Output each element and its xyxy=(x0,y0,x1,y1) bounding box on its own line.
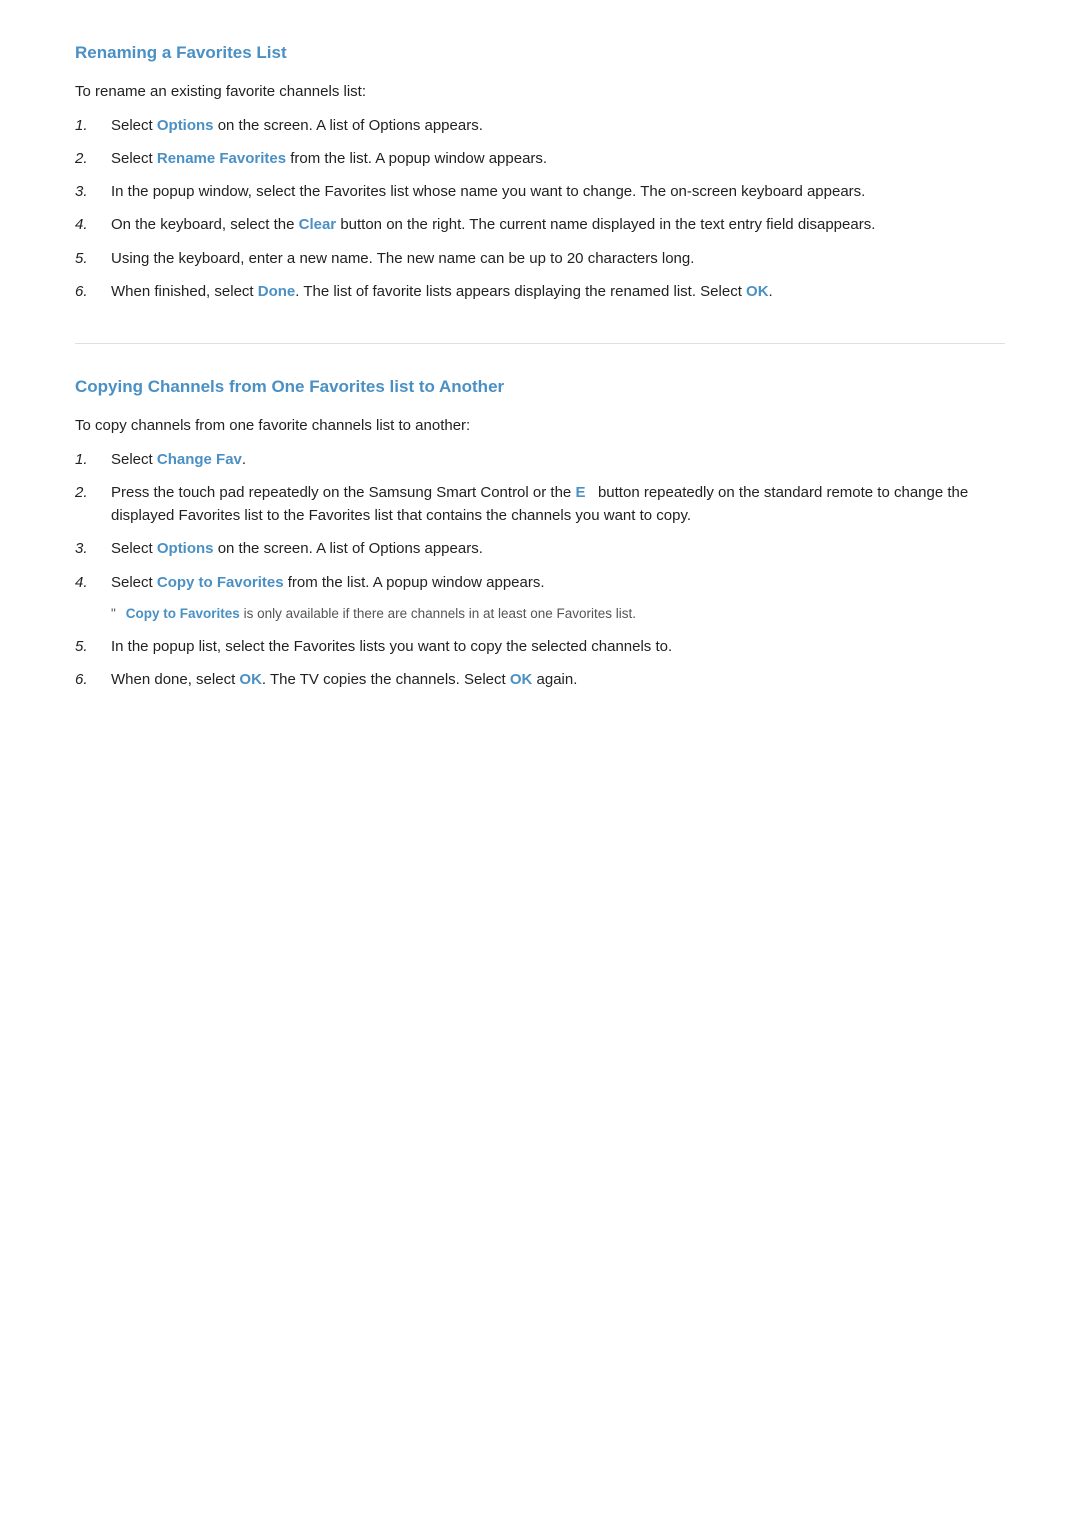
step-number: 4. xyxy=(75,571,111,594)
step-number: 5. xyxy=(75,247,111,270)
step-number: 5. xyxy=(75,635,111,658)
step-number: 4. xyxy=(75,213,111,236)
section1-steps: 1. Select Options on the screen. A list … xyxy=(75,114,1005,304)
note-quote-char: " xyxy=(111,604,116,625)
step-number: 6. xyxy=(75,280,111,303)
step-2-5: 5. In the popup list, select the Favorit… xyxy=(75,635,1005,658)
done-highlight: Done xyxy=(258,283,296,300)
ok-highlight2: OK xyxy=(239,671,262,688)
step-number: 3. xyxy=(75,537,111,560)
note-text: Copy to Favorites is only available if t… xyxy=(126,604,636,625)
ok-highlight: OK xyxy=(746,283,769,300)
copy-to-favorites-highlight: Copy to Favorites xyxy=(157,574,284,591)
step-text: Select Rename Favorites from the list. A… xyxy=(111,147,1005,170)
step-text: In the popup window, select the Favorite… xyxy=(111,180,1005,203)
step-1-4: 4. On the keyboard, select the Clear but… xyxy=(75,213,1005,236)
step-number: 2. xyxy=(75,481,111,504)
ok-highlight3: OK xyxy=(510,671,533,688)
step-text: On the keyboard, select the Clear button… xyxy=(111,213,1005,236)
section1-intro: To rename an existing favorite channels … xyxy=(75,80,1005,103)
change-fav-highlight: Change Fav xyxy=(157,451,242,468)
section-copying: Copying Channels from One Favorites list… xyxy=(75,374,1005,691)
section2-title: Copying Channels from One Favorites list… xyxy=(75,374,1005,400)
step-text: Select Options on the screen. A list of … xyxy=(111,114,1005,137)
step-number: 1. xyxy=(75,114,111,137)
note-block: " Copy to Favorites is only available if… xyxy=(111,604,1005,625)
step-number: 1. xyxy=(75,448,111,471)
step-number: 6. xyxy=(75,668,111,691)
section-renaming: Renaming a Favorites List To rename an e… xyxy=(75,40,1005,303)
step-2-6: 6. When done, select OK. The TV copies t… xyxy=(75,668,1005,691)
step-1-3: 3. In the popup window, select the Favor… xyxy=(75,180,1005,203)
step-text: Select Change Fav. xyxy=(111,448,1005,471)
step-text: Select Copy to Favorites from the list. … xyxy=(111,571,1005,594)
copy-to-favorites-note-highlight: Copy to Favorites xyxy=(126,606,240,621)
step-text: Using the keyboard, enter a new name. Th… xyxy=(111,247,1005,270)
step-2-3: 3. Select Options on the screen. A list … xyxy=(75,537,1005,560)
note-item: " Copy to Favorites is only available if… xyxy=(75,604,1005,625)
section2-intro: To copy channels from one favorite chann… xyxy=(75,414,1005,437)
section1-title: Renaming a Favorites List xyxy=(75,40,1005,66)
step-1-1: 1. Select Options on the screen. A list … xyxy=(75,114,1005,137)
e-button-highlight: E xyxy=(575,484,585,501)
step-text: Select Options on the screen. A list of … xyxy=(111,537,1005,560)
options-highlight2: Options xyxy=(157,540,214,557)
step-text: Press the touch pad repeatedly on the Sa… xyxy=(111,481,1005,528)
step-1-6: 6. When finished, select Done. The list … xyxy=(75,280,1005,303)
step-number: 3. xyxy=(75,180,111,203)
options-highlight: Options xyxy=(157,117,214,134)
rename-favorites-highlight: Rename Favorites xyxy=(157,150,286,167)
step-text: When finished, select Done. The list of … xyxy=(111,280,1005,303)
step-text: When done, select OK. The TV copies the … xyxy=(111,668,1005,691)
clear-highlight: Clear xyxy=(299,216,337,233)
step-2-2: 2. Press the touch pad repeatedly on the… xyxy=(75,481,1005,528)
section2-steps: 1. Select Change Fav. 2. Press the touch… xyxy=(75,448,1005,692)
step-2-4: 4. Select Copy to Favorites from the lis… xyxy=(75,571,1005,594)
step-1-5: 5. Using the keyboard, enter a new name.… xyxy=(75,247,1005,270)
step-2-1: 1. Select Change Fav. xyxy=(75,448,1005,471)
section-divider xyxy=(75,343,1005,344)
step-number: 2. xyxy=(75,147,111,170)
step-text: In the popup list, select the Favorites … xyxy=(111,635,1005,658)
step-1-2: 2. Select Rename Favorites from the list… xyxy=(75,147,1005,170)
